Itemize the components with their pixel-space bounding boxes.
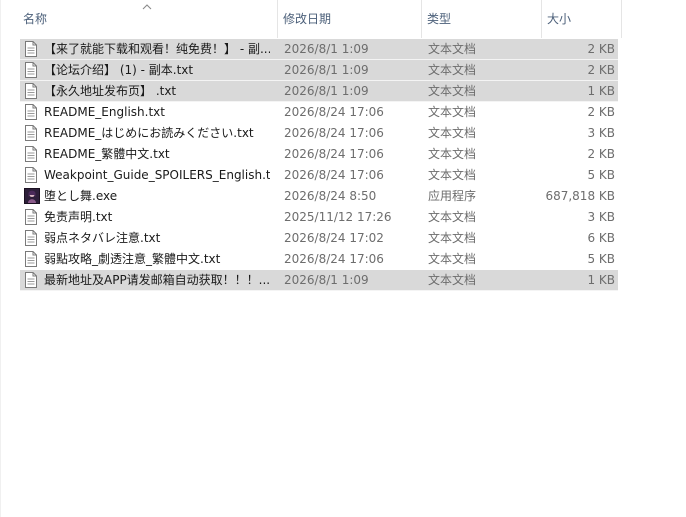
file-type: 文本文档 bbox=[428, 168, 477, 182]
file-type: 文本文档 bbox=[428, 252, 477, 266]
file-name: 弱點攻略_劇透注意_繁體中文.txt bbox=[44, 252, 221, 266]
file-size: 3 KB bbox=[587, 210, 615, 224]
file-row[interactable]: 【永久地址发布页】 .txt 2026/8/1 1:09 文本文档 1 KB bbox=[20, 81, 618, 102]
file-row[interactable]: 【论坛介绍】 (1) - 副本.txt 2026/8/1 1:09 文本文档 2 KB bbox=[20, 60, 618, 81]
file-size: 2 KB bbox=[587, 147, 615, 161]
file-row[interactable]: 【来了就能下载和观看！纯免费！】 - 副... 2026/8/1 1:09 文本文档… bbox=[20, 39, 618, 60]
file-size: 1 KB bbox=[587, 84, 615, 98]
file-modified-date: 2026/8/1 1:09 bbox=[284, 84, 369, 98]
file-type: 应用程序 bbox=[428, 189, 477, 203]
file-modified-date: 2026/8/1 1:09 bbox=[284, 42, 369, 56]
file-row[interactable]: 最新地址及APP请发邮箱自动获取！！！... 2026/8/1 1:09 文本文档 1… bbox=[20, 270, 618, 291]
column-header-name[interactable]: 名称 bbox=[18, 0, 278, 38]
file-type: 文本文档 bbox=[428, 42, 477, 56]
file-type: 文本文档 bbox=[428, 105, 477, 119]
column-header-size[interactable]: 大小 bbox=[542, 0, 622, 38]
file-modified-date: 2026/8/24 17:06 bbox=[284, 126, 384, 140]
file-name: 最新地址及APP请发邮箱自动获取！！！... bbox=[44, 273, 270, 287]
file-modified-date: 2026/8/24 17:06 bbox=[284, 147, 384, 161]
file-row[interactable]: README_繁體中文.txt 2026/8/24 17:06 文本文档 2 KB bbox=[20, 144, 618, 165]
text-document-icon bbox=[24, 207, 40, 227]
file-modified-date: 2026/8/1 1:09 bbox=[284, 63, 369, 77]
file-name: 弱点ネタバレ注意.txt bbox=[44, 231, 161, 245]
file-name: 【论坛介绍】 (1) - 副本.txt bbox=[44, 63, 194, 77]
file-size: 687,818 KB bbox=[545, 189, 615, 203]
file-row[interactable]: 弱點攻略_劇透注意_繁體中文.txt 2026/8/24 17:06 文本文档 5 K… bbox=[20, 249, 618, 270]
file-row[interactable]: 堕とし舞.exe 2026/8/24 8:50 应用程序 687,818 KB bbox=[20, 186, 618, 207]
file-name: README_はじめにお読みください.txt bbox=[44, 126, 254, 140]
file-name: 【永久地址发布页】 .txt bbox=[44, 84, 177, 98]
file-row[interactable]: README_はじめにお読みください.txt 2026/8/24 17:06 文本文… bbox=[20, 123, 618, 144]
file-type: 文本文档 bbox=[428, 147, 477, 161]
file-size: 5 KB bbox=[587, 168, 615, 182]
application-icon bbox=[24, 186, 40, 206]
text-document-icon bbox=[24, 228, 40, 248]
text-document-icon bbox=[24, 102, 40, 122]
file-row[interactable]: 弱点ネタバレ注意.txt 2026/8/24 17:02 文本文档 6 KB bbox=[20, 228, 618, 249]
file-modified-date: 2026/8/24 17:06 bbox=[284, 168, 384, 182]
file-name: Weakpoint_Guide_SPOILERS_English.txt bbox=[44, 168, 270, 182]
file-name: 免责声明.txt bbox=[44, 210, 113, 224]
file-rows: 【来了就能下载和观看！纯免费！】 - 副... 2026/8/1 1:09 文本文档… bbox=[20, 39, 618, 291]
text-document-icon bbox=[24, 123, 40, 143]
text-document-icon bbox=[24, 60, 40, 80]
file-name: 【来了就能下载和观看！纯免费！】 - 副... bbox=[44, 42, 270, 56]
column-header-date[interactable]: 修改日期 bbox=[278, 0, 422, 38]
text-document-icon bbox=[24, 165, 40, 185]
file-row[interactable]: Weakpoint_Guide_SPOILERS_English.txt 2026… bbox=[20, 165, 618, 186]
file-size: 2 KB bbox=[587, 63, 615, 77]
text-document-icon bbox=[24, 39, 40, 59]
file-type: 文本文档 bbox=[428, 63, 477, 77]
text-document-icon bbox=[24, 249, 40, 269]
file-type: 文本文档 bbox=[428, 273, 477, 287]
file-type: 文本文档 bbox=[428, 84, 477, 98]
file-size: 2 KB bbox=[587, 105, 615, 119]
file-size: 2 KB bbox=[587, 42, 615, 56]
file-type: 文本文档 bbox=[428, 126, 477, 140]
file-modified-date: 2026/8/24 8:50 bbox=[284, 189, 377, 203]
file-list-pane: 名称 修改日期 类型 大小 【来了就能下载和观看！纯免费！】 - 副... 202… bbox=[0, 0, 686, 517]
file-size: 1 KB bbox=[587, 273, 615, 287]
file-row[interactable]: 免责声明.txt 2025/11/12 17:26 文本文档 3 KB bbox=[20, 207, 618, 228]
file-row[interactable]: README_English.txt 2026/8/24 17:06 文本文档 2 K… bbox=[20, 102, 618, 123]
file-name: README_繁體中文.txt bbox=[44, 147, 170, 161]
file-modified-date: 2025/11/12 17:26 bbox=[284, 210, 392, 224]
file-size: 5 KB bbox=[587, 252, 615, 266]
file-modified-date: 2026/8/24 17:06 bbox=[284, 105, 384, 119]
file-type: 文本文档 bbox=[428, 231, 477, 245]
file-type: 文本文档 bbox=[428, 210, 477, 224]
column-header-type[interactable]: 类型 bbox=[422, 0, 542, 38]
column-header-bar: 名称 修改日期 类型 大小 bbox=[1, 0, 686, 38]
file-size: 3 KB bbox=[587, 126, 615, 140]
file-name: 堕とし舞.exe bbox=[44, 189, 118, 203]
file-size: 6 KB bbox=[587, 231, 615, 245]
file-modified-date: 2026/8/24 17:06 bbox=[284, 252, 384, 266]
file-name: README_English.txt bbox=[44, 105, 165, 119]
text-document-icon bbox=[24, 144, 40, 164]
text-document-icon bbox=[24, 81, 40, 101]
file-modified-date: 2026/8/24 17:02 bbox=[284, 231, 384, 245]
text-document-icon bbox=[24, 270, 40, 290]
file-modified-date: 2026/8/1 1:09 bbox=[284, 273, 369, 287]
